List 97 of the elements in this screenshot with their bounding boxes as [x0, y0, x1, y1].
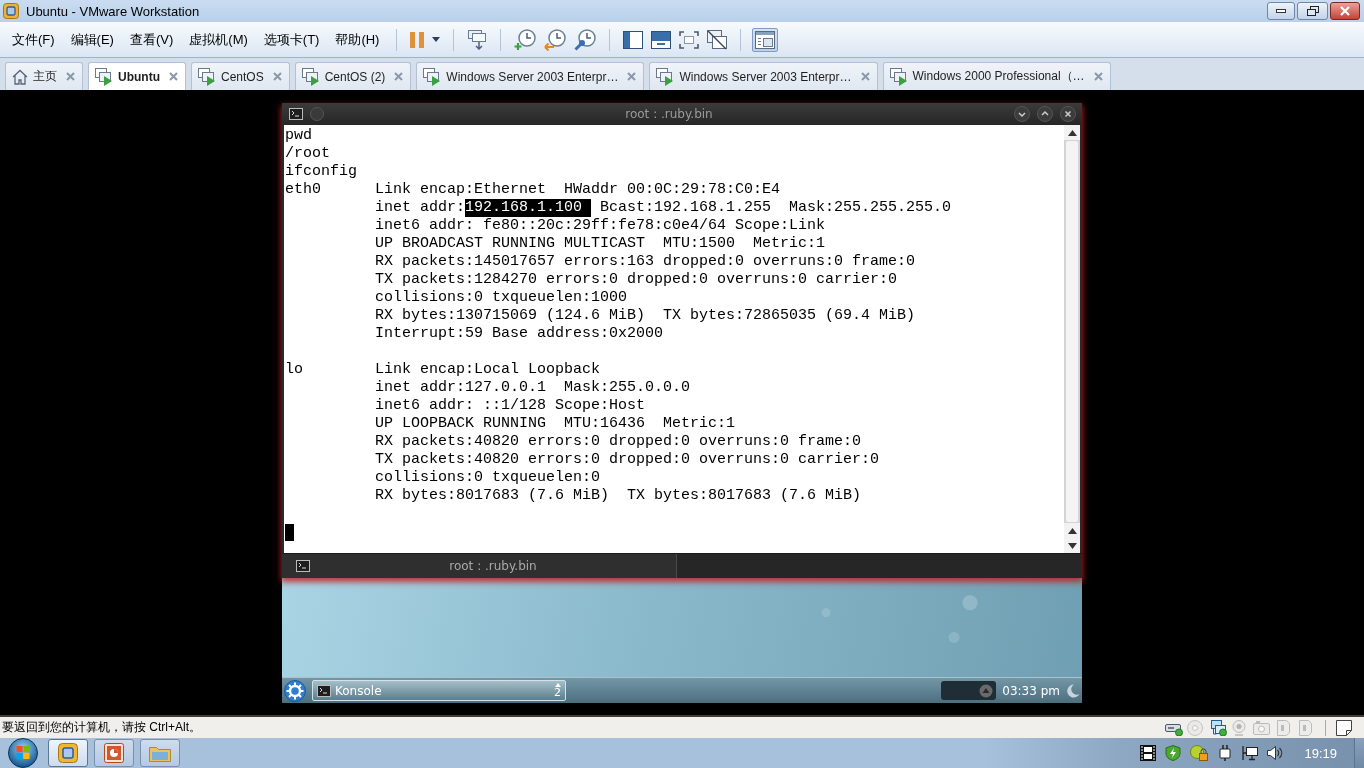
menu-item[interactable]: 文件(F)	[4, 27, 63, 52]
terminal-line: RX packets:145017657 errors:163 dropped:0 overruns:0 frame:0	[375, 253, 916, 271]
terminal-text: inet addr:	[375, 199, 465, 217]
close-button[interactable]	[1330, 2, 1360, 20]
tab[interactable]: CentOS	[191, 62, 290, 90]
clock-plus-icon[interactable]	[514, 28, 537, 51]
terminal-line: RX bytes:130715069 (124.6 MiB) TX bytes:72865035 (69.4 MiB)	[375, 307, 916, 325]
tab[interactable]: Windows 2000 Professional（…	[882, 62, 1111, 90]
terminal-line: UP BROADCAST RUNNING MULTICAST MTU:1500 Metric:1	[375, 235, 826, 253]
terminal-line: Link encap:Local Loopback	[375, 361, 601, 379]
status-message: 要返回到您的计算机，请按 Ctrl+Alt。	[2, 719, 202, 736]
tab[interactable]: 主页	[5, 62, 83, 90]
terminal-text: Bcast:192.168.1.255 Mask:255.255.255.0	[599, 199, 952, 217]
monitor-play-icon	[656, 67, 675, 86]
menu-item[interactable]: 编辑(E)	[62, 27, 122, 52]
window-bar-icon[interactable]	[651, 30, 672, 49]
monitor-play-icon	[889, 67, 908, 86]
tab[interactable]: CentOS (2)	[294, 62, 412, 90]
clock-wrench-icon[interactable]	[574, 28, 597, 51]
terminal-line: UP LOOPBACK RUNNING MTU:16436 Metric:1	[375, 415, 736, 433]
crossed-window-icon[interactable]	[707, 29, 728, 50]
monitor-play-icon	[95, 67, 113, 86]
film-strip-icon[interactable]	[1140, 745, 1157, 761]
gear-icon[interactable]	[284, 679, 306, 702]
menu-item[interactable]: 帮助(H)	[327, 27, 388, 52]
close-icon[interactable]	[1060, 106, 1076, 122]
monitor-arrow-icon[interactable]	[467, 29, 488, 50]
monitor-play-icon	[423, 67, 442, 86]
home-icon	[12, 68, 28, 85]
terminal-line: inet addr:127.0.0.1 Mask:255.0.0.0	[375, 379, 691, 397]
terminal-line: ifconfig	[285, 163, 357, 181]
terminal-line: Interrupt:59 Base address:0x2000	[375, 325, 664, 343]
clock: 03:33 pm	[1002, 683, 1060, 698]
triangle-up-icon	[554, 682, 561, 687]
terminal-line: collisions:0 txqueuelen:0	[375, 469, 601, 487]
shield-icon[interactable]	[1165, 745, 1182, 761]
menu-item[interactable]: 查看(V)	[121, 27, 182, 52]
lock-globe-icon[interactable]	[1190, 745, 1209, 761]
interface-name: lo	[285, 361, 303, 379]
terminal-line: /root	[285, 145, 330, 163]
crescent-icon[interactable]	[1066, 683, 1080, 698]
terminal-tab[interactable]: root : .ruby.bin	[282, 554, 677, 578]
folder-icon	[149, 744, 171, 762]
terminal-icon[interactable]	[289, 108, 303, 120]
terminal-line: TX packets:40820 errors:0 dropped:0 overruns:0 carrier:0	[375, 451, 880, 469]
taskbar-button[interactable]	[48, 739, 88, 767]
selected-text: 192.168.1.100	[465, 199, 592, 217]
fullscreen-icon[interactable]	[679, 30, 700, 49]
window-title: Ubuntu - VMware Workstation	[26, 3, 201, 19]
scrollbar[interactable]	[1064, 125, 1080, 553]
chevron-down-icon[interactable]	[1014, 106, 1030, 122]
arrow-up-icon[interactable]	[1067, 129, 1077, 136]
clock-arrow-icon[interactable]	[544, 28, 567, 51]
terminal-icon	[296, 560, 310, 572]
tab[interactable]: Ubuntu	[88, 62, 186, 90]
speaker-icon[interactable]	[1267, 745, 1284, 761]
terminal-line: Link encap:Ethernet HWaddr 00:0C:29:78:C0:E4	[375, 181, 781, 199]
tab[interactable]: Windows Server 2003 Enterpr…	[416, 62, 645, 90]
restore-button[interactable]	[1297, 2, 1328, 20]
sidebar-window-icon[interactable]	[623, 30, 644, 49]
taskbar-button[interactable]	[94, 739, 134, 767]
chevron-up-icon[interactable]	[1037, 106, 1053, 122]
nested-squares-icon	[58, 743, 78, 763]
presentation-icon	[104, 743, 124, 763]
minimize-icon	[1276, 9, 1286, 13]
console-view-button[interactable]	[752, 27, 779, 52]
terminal-line: RX packets:40820 errors:0 dropped:0 overruns:0 frame:0	[375, 433, 862, 451]
tab[interactable]: Windows Server 2003 Enterpr…	[649, 62, 878, 90]
menu-item[interactable]: 虚拟机(M)	[181, 27, 256, 52]
nested-squares-icon	[3, 3, 19, 19]
task-button[interactable]: Konsole 2	[312, 680, 566, 701]
note-icon[interactable]	[1336, 719, 1352, 736]
network-icon[interactable]	[1209, 719, 1227, 736]
circle-arrow-up-icon[interactable]	[979, 683, 994, 698]
interface-name: eth0	[285, 181, 321, 199]
flag-orb-icon	[8, 738, 38, 768]
restore-icon	[1306, 6, 1319, 16]
terminal-line: inet6 addr: ::1/128 Scope:Host	[375, 397, 646, 415]
terminal-line: collisions:0 txqueuelen:1000	[375, 289, 628, 307]
scrollbar-thumb[interactable]	[1066, 141, 1078, 522]
menu-item[interactable]: 选项卡(T)	[255, 27, 328, 52]
terminal-line: TX packets:1284270 errors:0 dropped:0 overruns:0 carrier:0	[375, 271, 898, 289]
terminal-line: RX bytes:8017683 (7.6 MiB) TX bytes:8017683 (7.6 MiB)	[375, 487, 862, 505]
terminal-icon	[317, 684, 331, 697]
power-plug-icon[interactable]	[1217, 745, 1234, 761]
close-icon	[1339, 6, 1351, 16]
caret-down-icon[interactable]	[432, 37, 441, 42]
terminal-line: pwd	[285, 127, 312, 145]
network-monitor-icon[interactable]	[1242, 745, 1259, 761]
monitor-play-icon	[198, 67, 216, 86]
arrow-down-icon[interactable]	[1067, 542, 1077, 549]
minimize-button[interactable]	[1267, 2, 1295, 20]
terminal-line: inet6 addr: fe80::20c:29ff:fe78:c0e4/64 Scope:Link	[375, 217, 826, 235]
window-title: root : .ruby.bin	[624, 107, 714, 121]
arrow-up-icon[interactable]	[1067, 527, 1077, 534]
window-icon	[755, 30, 776, 49]
monitor-play-icon	[301, 67, 320, 86]
